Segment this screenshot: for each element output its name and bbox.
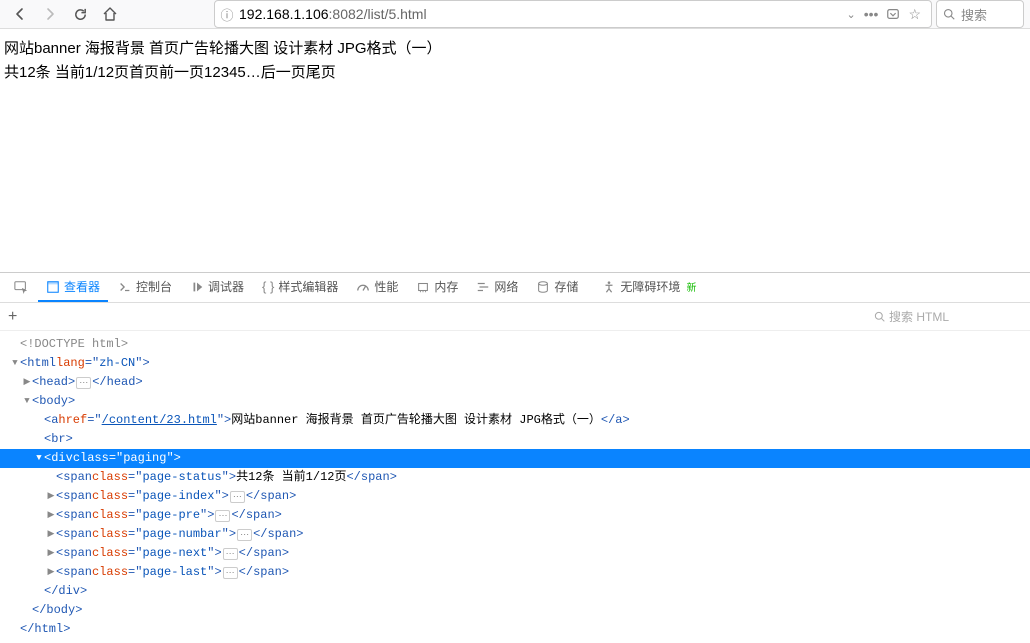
devtools-tabs: 查看器 控制台 调试器 { } 样式编辑器 性能 — [0, 273, 1030, 303]
info-icon[interactable]: ⓘ — [215, 5, 239, 24]
dom-div-paging[interactable]: ▼<div class="paging"> — [0, 449, 1030, 468]
search-icon — [937, 8, 961, 20]
inspector-icon — [46, 280, 60, 294]
dom-span-status[interactable]: <span class="page-status">共12条 当前1/12页</… — [10, 468, 1020, 487]
forward-button[interactable] — [36, 0, 64, 28]
search-placeholder: 搜索 — [961, 5, 987, 24]
console-icon — [118, 280, 132, 294]
browser-navbar: ⓘ 192.168.1.106:8082/list/5.html ⌄ ••• ☆… — [0, 0, 1030, 29]
star-icon[interactable]: ☆ — [908, 6, 921, 23]
content-link[interactable]: 网站banner 海报背景 首页广告轮播大图 设计素材 JPG格式（一） — [4, 37, 1026, 61]
dom-span-number[interactable]: ▶<span class="page-numbar">⋯</span> — [10, 525, 1020, 544]
dom-span-pre[interactable]: ▶<span class="page-pre">⋯</span> — [10, 506, 1020, 525]
tab-performance[interactable]: 性能 — [348, 274, 406, 302]
tab-debugger[interactable]: 调试器 — [182, 274, 252, 302]
a11y-icon — [602, 280, 616, 294]
tab-storage[interactable]: 存储 — [528, 274, 586, 302]
url-text: 192.168.1.106:8082/list/5.html — [239, 6, 837, 22]
tab-console[interactable]: 控制台 — [110, 274, 180, 302]
dom-body-open[interactable]: ▼<body> — [10, 392, 1020, 411]
tab-accessibility[interactable]: 无障碍环境 新 — [594, 274, 704, 302]
dom-span-last[interactable]: ▶<span class="page-last">⋯</span> — [10, 563, 1020, 582]
chevron-down-icon[interactable]: ⌄ — [847, 8, 856, 21]
back-button[interactable] — [6, 0, 34, 28]
memory-icon — [416, 280, 430, 294]
html-search-placeholder: 搜索 HTML — [889, 308, 949, 325]
tab-network[interactable]: 网络 — [468, 274, 526, 302]
dom-doctype[interactable]: <!DOCTYPE html> — [10, 335, 1020, 354]
search-box[interactable]: 搜索 — [936, 0, 1024, 28]
debugger-icon — [190, 280, 204, 294]
dom-a[interactable]: <a href="/content/23.html">网站banner 海报背景… — [10, 411, 1020, 430]
dom-span-next[interactable]: ▶<span class="page-next">⋯</span> — [10, 544, 1020, 563]
content-paging[interactable]: 共12条 当前1/12页首页前一页12345…后一页尾页 — [4, 61, 1026, 85]
reload-button[interactable] — [66, 0, 94, 28]
storage-icon — [536, 280, 550, 294]
dom-tree[interactable]: <!DOCTYPE html> ▼<html lang="zh-CN"> ▶<h… — [0, 331, 1030, 643]
devtools-toolbar: + 搜索 HTML — [0, 303, 1030, 331]
dom-br[interactable]: <br> — [10, 430, 1020, 449]
devtools-picker-button[interactable] — [6, 274, 36, 302]
page-content: 网站banner 海报背景 首页广告轮播大图 设计素材 JPG格式（一） 共12… — [0, 29, 1030, 272]
html-search[interactable]: 搜索 HTML — [874, 306, 1022, 328]
new-badge: 新 — [686, 279, 696, 294]
dots-icon[interactable]: ••• — [864, 6, 879, 22]
add-button[interactable]: + — [8, 308, 17, 326]
tab-style[interactable]: { } 样式编辑器 — [254, 274, 346, 302]
dom-html-close[interactable]: </html> — [10, 620, 1020, 639]
home-button[interactable] — [96, 0, 124, 28]
dom-html-open[interactable]: ▼<html lang="zh-CN"> — [10, 354, 1020, 373]
pocket-icon[interactable] — [886, 7, 900, 21]
dom-span-index[interactable]: ▶<span class="page-index">⋯</span> — [10, 487, 1020, 506]
search-icon — [874, 311, 885, 322]
url-bar[interactable]: ⓘ 192.168.1.106:8082/list/5.html ⌄ ••• ☆ — [214, 0, 932, 28]
network-icon — [476, 280, 490, 294]
nav-buttons — [0, 0, 130, 28]
tab-memory[interactable]: 内存 — [408, 274, 466, 302]
perf-icon — [356, 280, 370, 294]
tab-inspector[interactable]: 查看器 — [38, 274, 108, 302]
dom-div-close[interactable]: </div> — [10, 582, 1020, 601]
url-right: ⌄ ••• ☆ — [837, 6, 932, 23]
style-icon: { } — [262, 279, 274, 294]
dom-head[interactable]: ▶<head>⋯</head> — [10, 373, 1020, 392]
dom-body-close[interactable]: </body> — [10, 601, 1020, 620]
devtools-panel: 查看器 控制台 调试器 { } 样式编辑器 性能 — [0, 272, 1030, 643]
